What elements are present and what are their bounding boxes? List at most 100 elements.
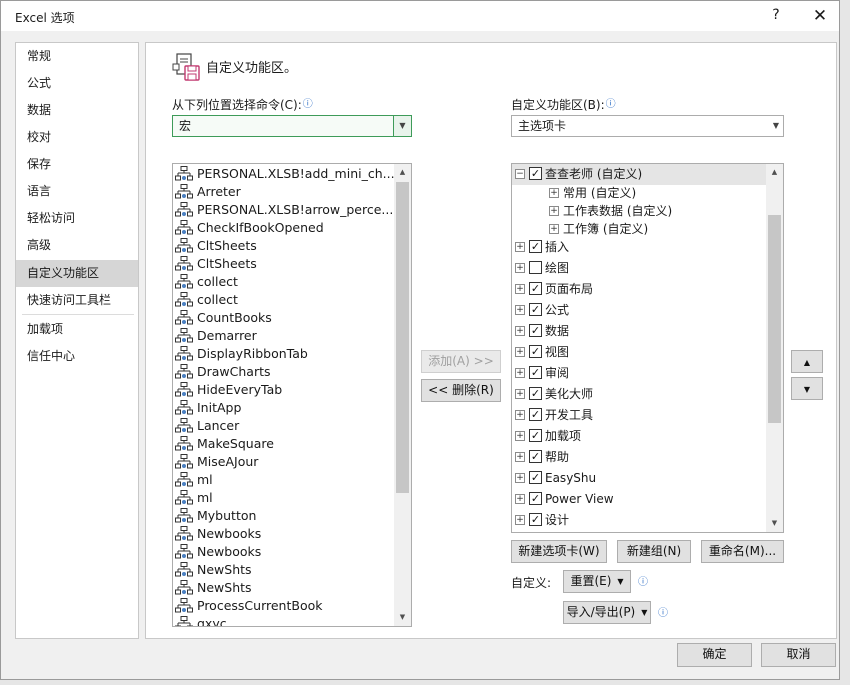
checkbox[interactable]: ✓ [529,513,542,526]
checkbox[interactable]: ✓ [529,282,542,295]
expand-icon[interactable]: + [515,242,525,252]
list-item[interactable]: CountBooks [175,309,394,327]
expand-icon[interactable]: + [515,263,525,273]
expand-icon[interactable]: + [515,389,525,399]
nav-item[interactable]: 高级 [16,232,138,259]
expand-icon[interactable]: + [515,368,525,378]
checkbox[interactable]: ✓ [529,345,542,358]
scroll-thumb[interactable] [396,182,409,493]
nav-item[interactable]: 自定义功能区 [16,260,138,287]
tree-item[interactable]: + ✓ 开发工具 [512,405,766,426]
choose-commands-combo[interactable]: 宏 ▼ [172,115,412,137]
expand-icon[interactable]: + [515,494,525,504]
list-item[interactable]: Newbooks [175,525,394,543]
import-export-button[interactable]: 导入/导出(P) ▼ [563,601,651,624]
list-item[interactable]: Arreter [175,183,394,201]
list-item[interactable]: ml [175,471,394,489]
list-item[interactable]: Lancer [175,417,394,435]
checkbox[interactable]: ✓ [529,492,542,505]
nav-item[interactable]: 语言 [16,178,138,205]
list-item[interactable]: DrawCharts [175,363,394,381]
list-item[interactable]: MakeSquare [175,435,394,453]
list-item[interactable]: ml [175,489,394,507]
checkbox[interactable]: ✓ [529,240,542,253]
tree-item[interactable]: + ✓ 加载项 [512,426,766,447]
checkbox[interactable]: ✓ [529,387,542,400]
expand-icon[interactable]: + [515,284,525,294]
chevron-down-icon[interactable]: ▼ [773,116,779,136]
tree-item[interactable]: + ✓ 美化大师 [512,384,766,405]
tree-item[interactable]: + ✓ 设计 [512,510,766,531]
expand-icon[interactable]: + [549,206,559,216]
checkbox[interactable]: ✓ [529,167,542,180]
list-item[interactable]: DisplayRibbonTab [175,345,394,363]
list-item[interactable]: ProcessCurrentBook [175,597,394,615]
ribbon-tabs-combo[interactable]: 主选项卡 ▼ [511,115,784,137]
nav-item[interactable]: 保存 [16,151,138,178]
tree-item[interactable]: + ✓ EasyShu [512,468,766,489]
tree-item[interactable]: + ✓ 帮助 [512,447,766,468]
scroll-down-icon[interactable]: ▼ [394,609,411,626]
list-item[interactable]: collect [175,273,394,291]
tree-item[interactable]: + ✓ 公式 [512,300,766,321]
nav-item[interactable]: 常规 [16,43,138,70]
list-item[interactable]: Mybutton [175,507,394,525]
expand-icon[interactable]: + [515,326,525,336]
expand-icon[interactable]: + [515,452,525,462]
ribbon-tree[interactable]: ▲ ▼ − ✓ 查查老师 (自定义) + 常用 (自定义) + 工作表数据 (自定义) + 工作… [511,163,784,533]
checkbox[interactable]: ✓ [529,429,542,442]
list-item[interactable]: NewShts [175,579,394,597]
nav-item[interactable]: 快速访问工具栏 [16,287,138,314]
scroll-up-icon[interactable]: ▲ [394,164,411,181]
expand-icon[interactable]: + [515,473,525,483]
list-item[interactable]: CheckIfBookOpened [175,219,394,237]
list-item[interactable]: PERSONAL.XLSB!arrow_perce... [175,201,394,219]
list-item[interactable]: qxyc [175,615,394,626]
list-item[interactable]: InitApp [175,399,394,417]
tree-item[interactable]: + ✓ Power View [512,489,766,510]
nav-item[interactable]: 校对 [16,124,138,151]
expand-icon[interactable]: + [515,515,525,525]
checkbox[interactable]: ✓ [529,366,542,379]
close-button[interactable]: ✕ [809,5,831,27]
checkbox[interactable]: ✓ [529,303,542,316]
ok-button[interactable]: 确定 [677,643,752,667]
tree-item[interactable]: + ✓ 数据 [512,321,766,342]
nav-item[interactable]: 轻松访问 [16,205,138,232]
list-item[interactable]: PERSONAL.XLSB!add_mini_ch... [175,165,395,183]
add-button[interactable]: 添加(A) >> [421,350,501,373]
expand-icon[interactable]: + [549,188,559,198]
remove-button[interactable]: << 删除(R) [421,379,501,402]
checkbox[interactable]: ✓ [529,408,542,421]
tree-item[interactable]: + ✓ 页面布局 [512,279,766,300]
list-item[interactable]: collect [175,291,394,309]
list-item[interactable]: CltSheets [175,237,394,255]
scroll-up-icon[interactable]: ▲ [766,164,783,181]
list-item[interactable]: Newbooks [175,543,394,561]
tree-scrollbar[interactable]: ▲ ▼ [766,164,783,532]
cancel-button[interactable]: 取消 [761,643,836,667]
move-up-button[interactable]: ▲ [791,350,823,373]
tree-item[interactable]: + ✓ 插入 [512,237,766,258]
expand-icon[interactable]: + [549,224,559,234]
checkbox[interactable]: ✓ [529,324,542,337]
expand-icon[interactable]: + [515,347,525,357]
rename-button[interactable]: 重命名(M)... [701,540,784,563]
expand-icon[interactable]: + [515,305,525,315]
commands-list[interactable]: ▲ ▼ PERSONAL.XLSB!add_mini_ch... Arreter P… [172,163,412,627]
tree-item[interactable]: + 绘图 [512,258,766,279]
commands-scrollbar[interactable]: ▲ ▼ [394,164,411,626]
tree-item[interactable]: + ✓ 审阅 [512,363,766,384]
list-item[interactable]: NewShts [175,561,394,579]
scroll-down-icon[interactable]: ▼ [766,515,783,532]
list-item[interactable]: CltSheets [175,255,394,273]
checkbox[interactable]: ✓ [529,450,542,463]
checkbox[interactable] [529,261,542,274]
expand-icon[interactable]: + [515,410,525,420]
reset-button[interactable]: 重置(E) ▼ [563,570,631,593]
nav-item[interactable]: 加载项 [16,316,138,343]
checkbox[interactable]: ✓ [529,471,542,484]
list-item[interactable]: HideEveryTab [175,381,394,399]
new-group-button[interactable]: 新建组(N) [617,540,691,563]
tree-item[interactable]: − ✓ 查查老师 (自定义) [512,164,766,185]
